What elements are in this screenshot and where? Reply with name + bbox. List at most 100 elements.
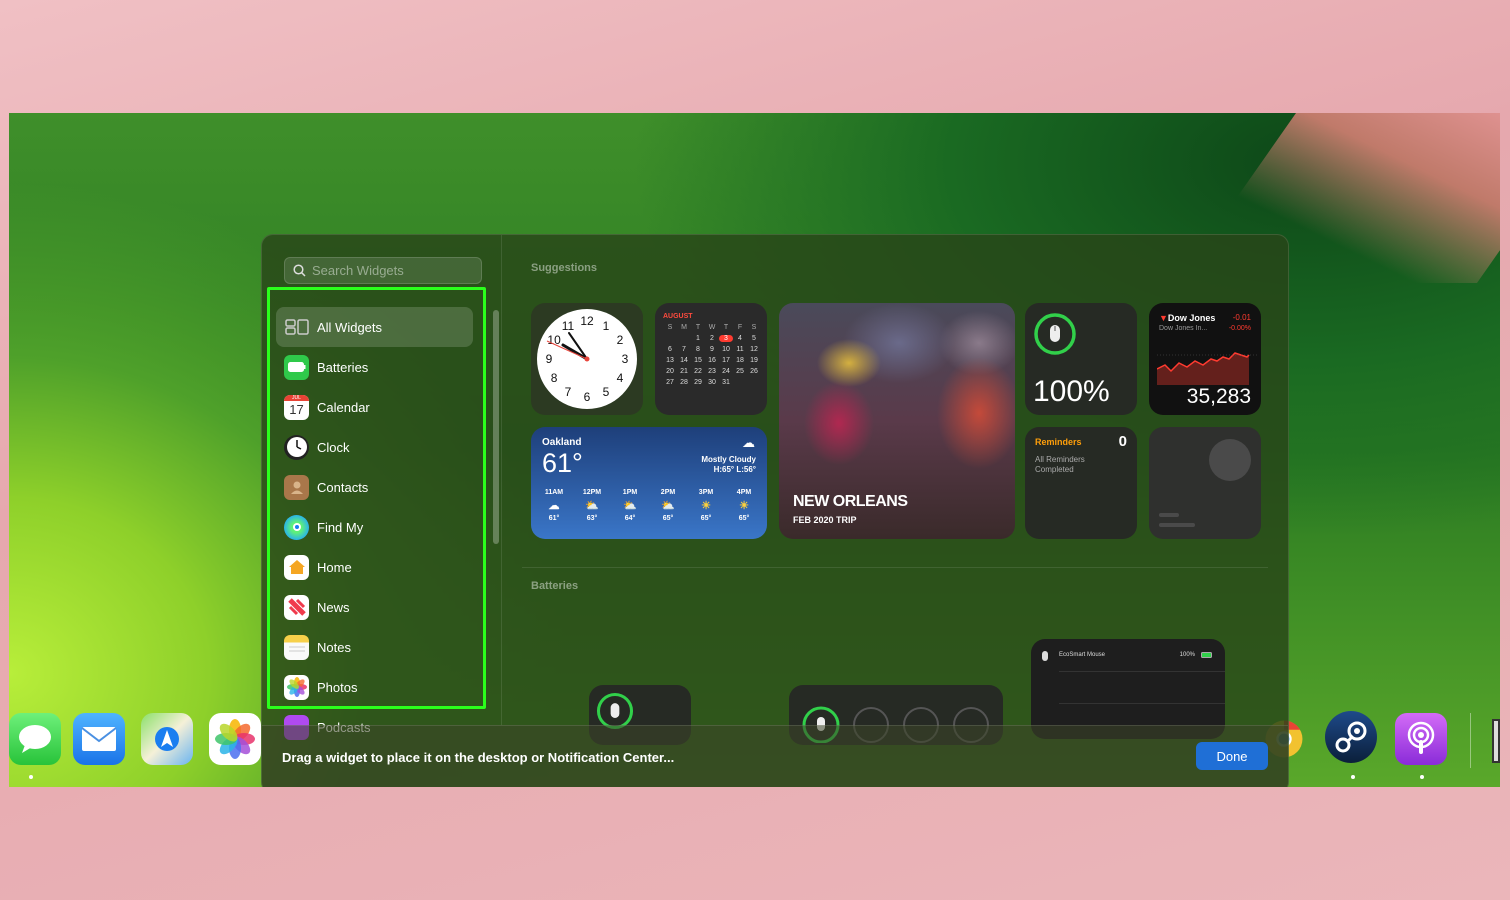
reminders-status: All Reminders Completed bbox=[1035, 455, 1105, 475]
widget-gallery-main: Suggestions 121234567891011 AUGUST SMTWT… bbox=[502, 235, 1288, 725]
sidebar-item-label: Batteries bbox=[317, 360, 368, 375]
drag-hint: Drag a widget to place it on the desktop… bbox=[282, 750, 674, 765]
weather-hour-temp: 65° bbox=[701, 515, 712, 522]
clock-number: 3 bbox=[622, 352, 629, 366]
sidebar-item-news[interactable]: News bbox=[276, 587, 473, 627]
steam-dock-icon[interactable] bbox=[1325, 711, 1377, 763]
calendar-day: 14 bbox=[677, 357, 691, 364]
battery-percent: 100% bbox=[1033, 375, 1110, 409]
photo-title: NEW ORLEANS bbox=[793, 493, 908, 511]
all-widgets-icon bbox=[284, 315, 309, 340]
cloud-icon: ⛅ bbox=[585, 499, 599, 512]
stock-subname: Dow Jones In... bbox=[1159, 325, 1207, 332]
placeholder-line bbox=[1159, 513, 1179, 517]
weather-hour: 12PM⛅63° bbox=[577, 489, 607, 522]
calendar-day: 7 bbox=[677, 346, 691, 353]
calendar-day: 10 bbox=[719, 346, 733, 353]
weather-widget[interactable]: Oakland 61° ☁ Mostly Cloudy H:65° L:56° … bbox=[531, 427, 767, 539]
mouse-battery-ring-icon bbox=[1032, 311, 1078, 357]
calendar-month: AUGUST bbox=[663, 313, 759, 320]
sidebar-item-find-my[interactable]: Find My bbox=[276, 507, 473, 547]
contacts-icon bbox=[284, 475, 309, 500]
sidebar-item-photos[interactable]: Photos bbox=[276, 667, 473, 707]
sidebar-scrollbar[interactable] bbox=[493, 310, 499, 544]
weather-hour-time: 2PM bbox=[661, 489, 675, 496]
maps-dock-icon[interactable] bbox=[141, 713, 193, 765]
calendar-icon: JUL 17 bbox=[284, 395, 309, 420]
podcasts-dock-icon[interactable] bbox=[1395, 713, 1447, 765]
sidebar-item-clock[interactable]: Clock bbox=[276, 427, 473, 467]
sidebar-item-notes[interactable]: Notes bbox=[276, 627, 473, 667]
calendar-weekday: S bbox=[663, 324, 677, 331]
photo-widget[interactable]: NEW ORLEANS FEB 2020 TRIP bbox=[779, 303, 1015, 539]
weather-hour: 4PM☀65° bbox=[729, 489, 759, 522]
calendar-day bbox=[663, 335, 677, 342]
weather-hour-time: 1PM bbox=[623, 489, 637, 496]
calendar-widget[interactable]: AUGUST SMTWTFS12345678910111213141516171… bbox=[655, 303, 767, 415]
widget-sidebar: All Widgets Batteries JUL 17 Calendar bbox=[262, 235, 502, 725]
stocks-widget[interactable]: ▼Dow Jones -0.01 Dow Jones In... -0.00% … bbox=[1149, 303, 1261, 415]
widget-gallery-panel: All Widgets Batteries JUL 17 Calendar bbox=[261, 234, 1289, 787]
calendar-day: 28 bbox=[677, 379, 691, 386]
clock-number: 7 bbox=[565, 385, 572, 399]
calendar-day bbox=[733, 379, 747, 386]
news-icon bbox=[284, 595, 309, 620]
find-my-icon bbox=[284, 515, 309, 540]
calendar-weekday: T bbox=[719, 324, 733, 331]
cloud-icon: ☁ bbox=[549, 499, 560, 512]
podcasts-running-dot bbox=[1420, 775, 1424, 779]
calendar-day: 18 bbox=[733, 357, 747, 364]
calendar-day: 3 bbox=[719, 335, 733, 342]
photos-dock-icon[interactable] bbox=[209, 713, 261, 765]
placeholder-line bbox=[1159, 523, 1195, 527]
weather-hour: 11AM☁61° bbox=[539, 489, 569, 522]
weather-hour: 3PM☀65° bbox=[691, 489, 721, 522]
sidebar-item-batteries[interactable]: Batteries bbox=[276, 347, 473, 387]
sidebar-item-label: Home bbox=[317, 560, 352, 575]
mouse-icon bbox=[1041, 651, 1049, 661]
clock-icon bbox=[284, 435, 309, 460]
clock-number: 6 bbox=[584, 390, 591, 404]
placeholder-widget[interactable] bbox=[1149, 427, 1261, 539]
calendar-day: 13 bbox=[663, 357, 677, 364]
calendar-day: 26 bbox=[747, 368, 761, 375]
battery-level-icon bbox=[1201, 652, 1213, 658]
sidebar-item-label: All Widgets bbox=[317, 320, 382, 335]
sidebar-item-label: Find My bbox=[317, 520, 363, 535]
search-field[interactable] bbox=[284, 257, 482, 284]
sidebar-item-home[interactable]: Home bbox=[276, 547, 473, 587]
calendar-weekday: M bbox=[677, 324, 691, 331]
sidebar-item-all-widgets[interactable]: All Widgets bbox=[276, 307, 473, 347]
reminders-widget[interactable]: Reminders 0 All Reminders Completed bbox=[1025, 427, 1137, 539]
calendar-day: 31 bbox=[719, 379, 733, 386]
suggestions-heading: Suggestions bbox=[531, 262, 597, 274]
calendar-day: 16 bbox=[705, 357, 719, 364]
sidebar-item-label: Contacts bbox=[317, 480, 368, 495]
battery-widget-small[interactable]: 100% bbox=[1025, 303, 1137, 415]
sun-icon: ☀ bbox=[701, 499, 711, 512]
calendar-day: 23 bbox=[705, 368, 719, 375]
clock-number: 10 bbox=[547, 333, 561, 347]
battery-widget-preview-large[interactable]: EcoSmart Mouse 100% bbox=[1031, 639, 1225, 739]
weather-hour-temp: 63° bbox=[587, 515, 598, 522]
clock-widget[interactable]: 121234567891011 bbox=[531, 303, 643, 415]
mail-dock-icon[interactable] bbox=[73, 713, 125, 765]
messages-dock-icon[interactable] bbox=[9, 713, 61, 765]
calendar-day: 29 bbox=[691, 379, 705, 386]
stock-name: Dow Jones bbox=[1168, 313, 1216, 323]
clock-number: 8 bbox=[551, 371, 558, 385]
dock-trailing-icon[interactable] bbox=[1492, 719, 1500, 763]
calendar-day bbox=[747, 379, 761, 386]
sidebar-item-contacts[interactable]: Contacts bbox=[276, 467, 473, 507]
section-divider bbox=[522, 567, 1268, 568]
photo-subtitle: FEB 2020 TRIP bbox=[793, 515, 857, 525]
clock-number: 1 bbox=[603, 319, 610, 333]
search-input[interactable] bbox=[312, 263, 472, 278]
reminders-title: Reminders bbox=[1035, 437, 1127, 447]
sidebar-item-label: Notes bbox=[317, 640, 351, 655]
calendar-day: 22 bbox=[691, 368, 705, 375]
sidebar-item-calendar[interactable]: JUL 17 Calendar bbox=[276, 387, 473, 427]
calendar-day: 20 bbox=[663, 368, 677, 375]
done-button[interactable]: Done bbox=[1196, 742, 1268, 770]
gallery-bottom-bar: Drag a widget to place it on the desktop… bbox=[262, 725, 1288, 787]
